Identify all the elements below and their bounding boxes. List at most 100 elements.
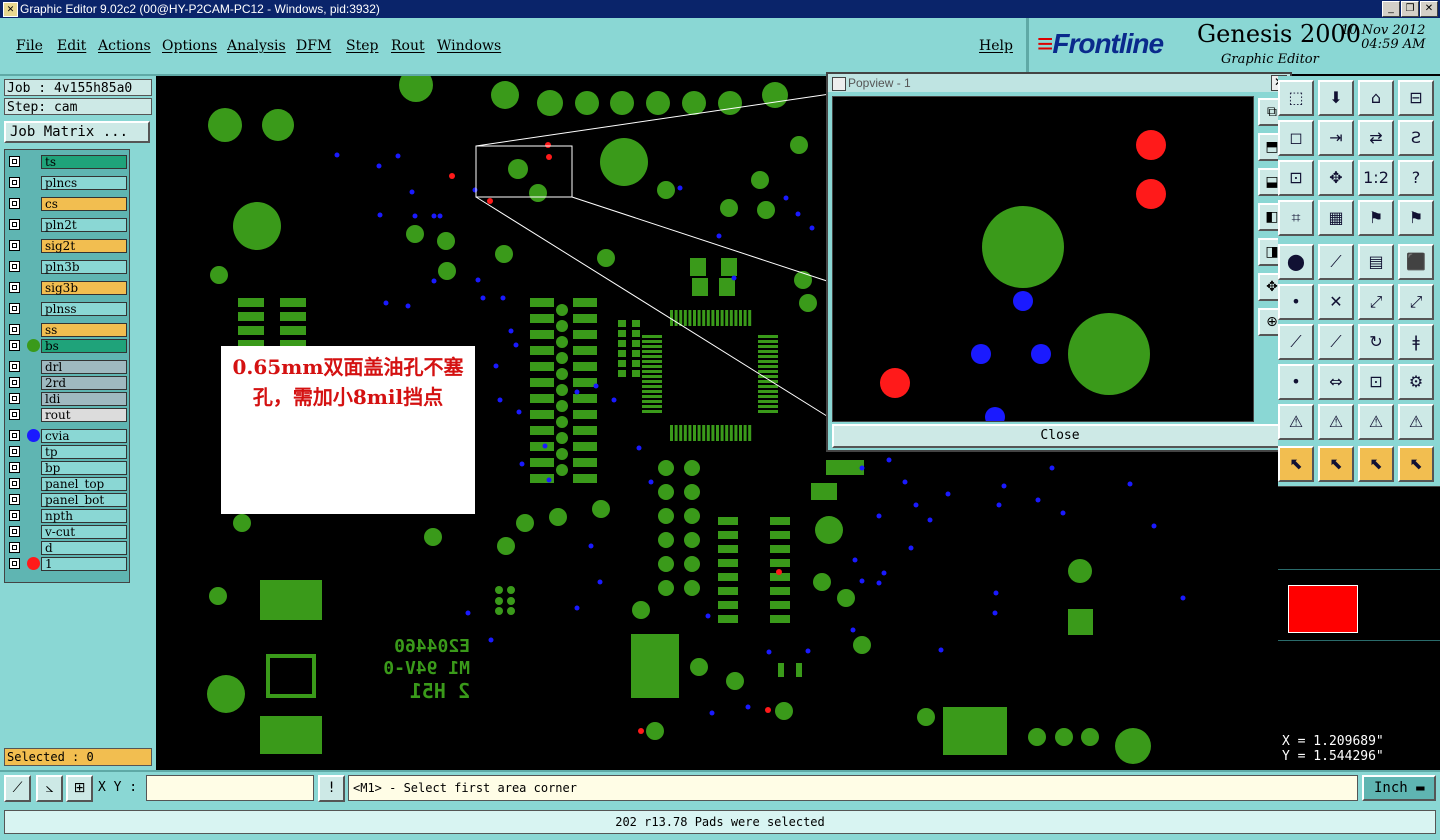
layer-row-ss[interactable]: ss: [7, 323, 127, 337]
menu-edit[interactable]: Edit: [57, 38, 86, 54]
square-icon[interactable]: ⬛: [1398, 244, 1434, 280]
warning2-icon[interactable]: ⚠: [1318, 404, 1354, 440]
overview-map[interactable]: [1278, 486, 1440, 737]
layer-label[interactable]: plncs: [41, 176, 127, 190]
layer-checkbox[interactable]: [9, 446, 20, 457]
layer-checkbox[interactable]: [9, 494, 20, 505]
menu-windows[interactable]: Windows: [437, 38, 501, 54]
layer-checkbox[interactable]: [9, 219, 20, 230]
layer-checkbox[interactable]: [9, 393, 20, 404]
layer-row-bs[interactable]: bs: [7, 339, 127, 353]
ruler-icon[interactable]: ▤: [1358, 244, 1394, 280]
menu-analysis[interactable]: Analysis: [227, 38, 286, 54]
layer-checkbox[interactable]: [9, 542, 20, 553]
warning4-icon[interactable]: ⚠: [1398, 404, 1434, 440]
layer-label[interactable]: drl: [41, 360, 127, 374]
layer-label[interactable]: ss: [41, 323, 127, 337]
view-icon[interactable]: ⬚: [1278, 80, 1314, 116]
layer-checkbox[interactable]: [9, 303, 20, 314]
scale-icon[interactable]: 1:2: [1358, 160, 1394, 196]
layer-label[interactable]: panel_bot: [41, 493, 127, 507]
layer-row-pln2t[interactable]: pln2t: [7, 218, 127, 232]
menu-step[interactable]: Step: [346, 38, 378, 54]
dot-icon[interactable]: •: [1278, 364, 1314, 400]
layer-label[interactable]: cs: [41, 197, 127, 211]
draw-icon[interactable]: ⟋: [1278, 324, 1314, 360]
popview-close-button[interactable]: Close: [832, 424, 1288, 448]
frame-icon[interactable]: ◻: [1278, 120, 1314, 156]
grid2-icon[interactable]: ▦: [1318, 200, 1354, 236]
layer-row-bp[interactable]: bp: [7, 461, 127, 475]
draw2-icon[interactable]: ⟋: [1318, 324, 1354, 360]
layer-label[interactable]: plnss: [41, 302, 127, 316]
warning-icon[interactable]: ⚠: [1278, 404, 1314, 440]
pointer4-icon[interactable]: ⬉: [1398, 446, 1434, 482]
layer-row-ldi[interactable]: ldi: [7, 392, 127, 406]
menu-options[interactable]: Options: [162, 38, 217, 54]
layer-label[interactable]: 2rd: [41, 376, 127, 390]
save-view-icon[interactable]: ⬇: [1318, 80, 1354, 116]
point-icon[interactable]: •: [1278, 284, 1314, 320]
layer-row-drl[interactable]: drl: [7, 360, 127, 374]
overview-viewport[interactable]: [1288, 585, 1358, 633]
layer-row-1[interactable]: 1: [7, 557, 127, 571]
layer-checkbox[interactable]: [9, 340, 20, 351]
grid-icon[interactable]: ⌗: [1278, 200, 1314, 236]
snap-icon[interactable]: Ƨ: [1398, 120, 1434, 156]
pad-icon[interactable]: ⬤: [1278, 244, 1314, 280]
layer-label[interactable]: ldi: [41, 392, 127, 406]
layer-checkbox[interactable]: [9, 462, 20, 473]
layer-row-sig3b[interactable]: sig3b: [7, 281, 127, 295]
layer-checkbox[interactable]: [9, 240, 20, 251]
gear-icon[interactable]: ⚙: [1398, 364, 1434, 400]
layer-label[interactable]: npth: [41, 509, 127, 523]
alert-icon[interactable]: !: [318, 775, 345, 802]
layer-row-pln3b[interactable]: pln3b: [7, 260, 127, 274]
menu-rout[interactable]: Rout: [391, 38, 425, 54]
zoom-window-icon[interactable]: ⊡: [1278, 160, 1314, 196]
pointer-icon[interactable]: ⬉: [1278, 446, 1314, 482]
layer-row-rout[interactable]: rout: [7, 408, 127, 422]
layer-row-cs[interactable]: cs: [7, 197, 127, 211]
layer-row-v-cut[interactable]: v-cut: [7, 525, 127, 539]
layer-checkbox[interactable]: [9, 558, 20, 569]
menu-file[interactable]: File: [16, 38, 43, 54]
layer-label[interactable]: pln3b: [41, 260, 127, 274]
help-icon[interactable]: ?: [1398, 160, 1434, 196]
layer-label[interactable]: d: [41, 541, 127, 555]
layer-checkbox[interactable]: [9, 198, 20, 209]
layer-label[interactable]: rout: [41, 408, 127, 422]
line-icon[interactable]: ⟋: [1318, 244, 1354, 280]
layer-checkbox[interactable]: [9, 282, 20, 293]
swap-icon[interactable]: ⇄: [1358, 120, 1394, 156]
layer-label[interactable]: bs: [41, 339, 127, 353]
menu-actions[interactable]: Actions: [98, 38, 151, 54]
layer-checkbox[interactable]: [9, 156, 20, 167]
layer-label[interactable]: bp: [41, 461, 127, 475]
layer-label[interactable]: sig3b: [41, 281, 127, 295]
stretch-icon[interactable]: ⇔: [1318, 364, 1354, 400]
job-matrix-button[interactable]: Job Matrix ...: [4, 121, 150, 143]
layer-label[interactable]: v-cut: [41, 525, 127, 539]
measure-icon[interactable]: ⦣: [36, 775, 63, 802]
warning3-icon[interactable]: ⚠: [1358, 404, 1394, 440]
layer-label[interactable]: panel_top: [41, 477, 127, 491]
layer-row-ts[interactable]: ts: [7, 155, 127, 169]
layer-label[interactable]: sig2t: [41, 239, 127, 253]
layer-checkbox[interactable]: [9, 510, 20, 521]
minimize-icon[interactable]: _: [1382, 1, 1400, 17]
layer-label[interactable]: cvia: [41, 429, 127, 443]
layer-row-plncs[interactable]: plncs: [7, 176, 127, 190]
layer-row-d[interactable]: d: [7, 541, 127, 555]
layer-row-cvia[interactable]: cvia: [7, 429, 127, 443]
layer-row-2rd[interactable]: 2rd: [7, 376, 127, 390]
measure-icon[interactable]: ⤢: [1358, 284, 1394, 320]
layer-checkbox[interactable]: [9, 261, 20, 272]
layer-row-tp[interactable]: tp: [7, 445, 127, 459]
menu-dfm[interactable]: DFM: [296, 38, 331, 54]
layer-row-sig2t[interactable]: sig2t: [7, 239, 127, 253]
layer-checkbox[interactable]: [9, 177, 20, 188]
units-selector[interactable]: Inch ▬: [1362, 775, 1436, 801]
grid-icon[interactable]: ⊞: [66, 775, 93, 802]
layer-checkbox[interactable]: [9, 526, 20, 537]
